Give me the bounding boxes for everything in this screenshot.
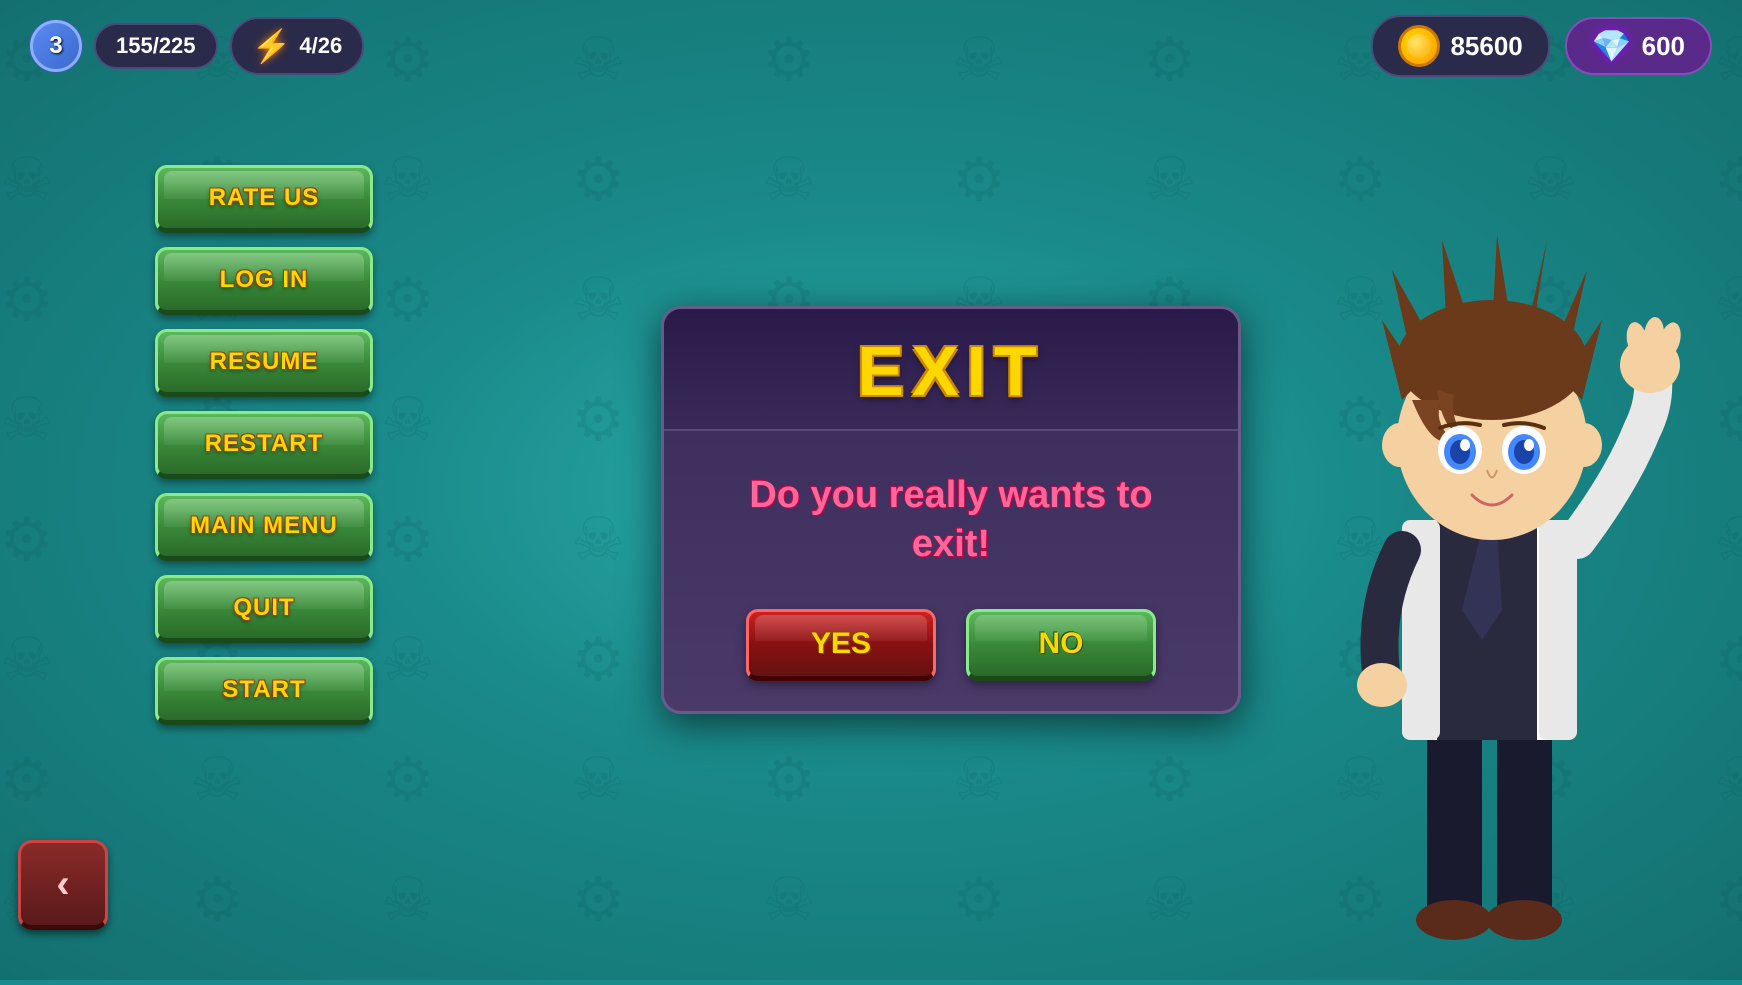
yes-button[interactable]: YES [746, 609, 936, 681]
no-label: NO [1039, 627, 1084, 661]
dialog-buttons: YES NO [714, 609, 1188, 681]
dialog-message: Do you really wants to exit! [714, 471, 1188, 570]
dialog-body: Do you really wants to exit! YES NO [664, 431, 1238, 712]
dialog-title: EXIT [857, 332, 1045, 410]
dialog-header: EXIT [664, 309, 1238, 431]
exit-dialog: EXIT Do you really wants to exit! YES NO [661, 306, 1241, 715]
no-button[interactable]: NO [966, 609, 1156, 681]
dialog-overlay: EXIT Do you really wants to exit! YES NO [0, 0, 1742, 980]
yes-label: YES [811, 627, 871, 661]
